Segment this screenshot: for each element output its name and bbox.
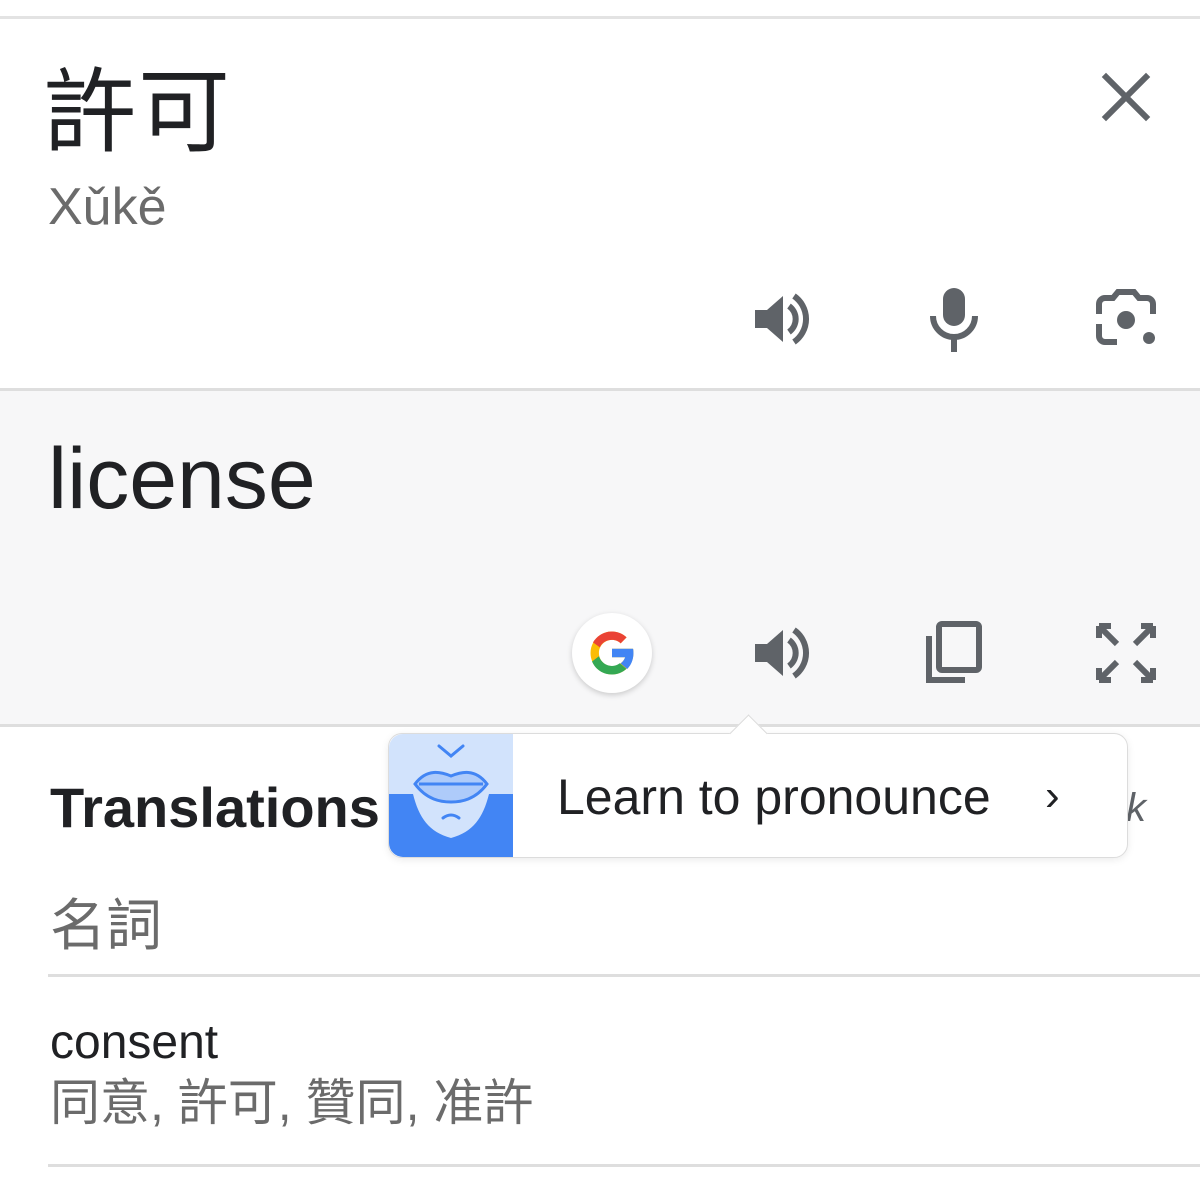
pronunciation-illustration	[389, 734, 513, 857]
section-divider	[48, 974, 1200, 977]
entry-divider	[48, 1164, 1200, 1167]
fullscreen-icon	[1096, 623, 1156, 683]
camera-icon	[1096, 289, 1156, 345]
close-button[interactable]	[1094, 65, 1158, 129]
part-of-speech-label: 名詞	[50, 894, 162, 957]
source-panel: 許可 Xǔkě	[0, 19, 1200, 390]
transliteration-text: Xǔkě	[48, 178, 167, 236]
speaker-icon	[755, 293, 809, 345]
translation-entry-word[interactable]: consent	[50, 1014, 218, 1072]
close-icon	[1101, 72, 1151, 122]
result-panel: license	[0, 391, 1200, 725]
google-icon	[590, 631, 635, 675]
translation-entry-synonyms: 同意, 許可, 贊同, 准許	[50, 1075, 534, 1131]
translations-trailing-text: k	[1126, 786, 1146, 830]
copy-translation-button[interactable]	[912, 613, 992, 693]
source-text[interactable]: 許可	[44, 63, 232, 163]
chevron-right-icon: ›	[1045, 771, 1060, 820]
listen-source-button[interactable]	[742, 279, 822, 359]
speaker-icon	[755, 627, 809, 679]
learn-to-pronounce-card[interactable]: Learn to pronounce ›	[388, 714, 1128, 858]
panel-divider	[0, 724, 1200, 727]
result-text[interactable]: license	[48, 429, 316, 529]
voice-input-button[interactable]	[914, 279, 994, 359]
learn-to-pronounce-label: Learn to pronounce	[557, 769, 991, 825]
google-search-button[interactable]	[572, 613, 652, 693]
fullscreen-button[interactable]	[1086, 613, 1166, 693]
microphone-icon	[930, 288, 978, 352]
mouth-illustration-icon	[389, 734, 513, 857]
copy-icon	[926, 621, 982, 683]
translations-heading: Translations	[50, 776, 380, 839]
camera-translate-button[interactable]	[1086, 279, 1166, 359]
listen-translation-button[interactable]	[742, 613, 822, 693]
